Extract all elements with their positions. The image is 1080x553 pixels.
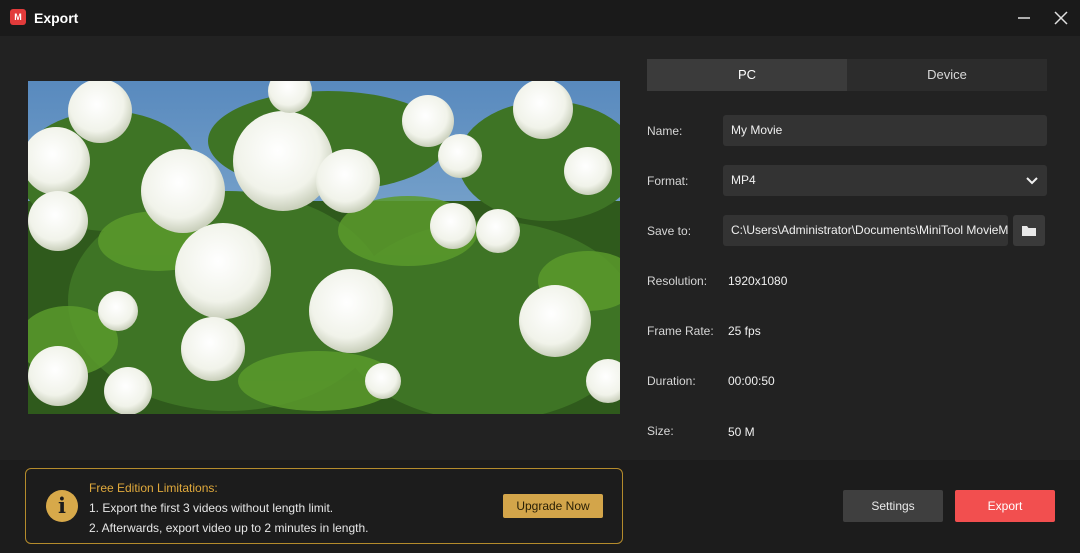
export-button[interactable]: Export [955,490,1055,522]
app-logo-icon: M [10,9,26,25]
free-edition-limitations-box: i Free Edition Limitations: 1. Export th… [25,468,623,544]
chevron-down-icon [1026,177,1038,185]
limitations-line-2: 2. Afterwards, export video up to 2 minu… [89,521,369,535]
format-label: Format: [647,174,689,188]
minimize-icon [1018,17,1030,19]
duration-label: Duration: [647,374,696,388]
export-main-panel: PC Device Name: My Movie Format: MP4 Sav… [0,36,1080,460]
tab-pc[interactable]: PC [647,59,847,91]
upgrade-now-button[interactable]: Upgrade Now [503,494,603,518]
resolution-label: Resolution: [647,274,708,288]
frame-rate-value: 25 fps [728,324,761,338]
browse-folder-button[interactable] [1013,215,1045,246]
window-title: Export [34,10,79,26]
footer-bar: i Free Edition Limitations: 1. Export th… [0,460,1080,553]
folder-icon [1022,226,1036,236]
frame-rate-label: Frame Rate: [647,324,714,338]
video-preview [28,81,620,414]
format-select[interactable]: MP4 [723,165,1047,196]
minimize-button[interactable] [1012,6,1036,30]
info-icon: i [46,490,78,522]
save-to-label: Save to: [647,224,692,238]
size-label: Size: [647,424,674,438]
close-button[interactable] [1049,6,1073,30]
tab-device[interactable]: Device [847,59,1047,91]
limitations-line-1: 1. Export the first 3 videos without len… [89,501,334,515]
title-bar: M Export [0,0,1080,36]
format-selected-value: MP4 [731,173,756,187]
size-value: 50 M [728,425,755,439]
export-target-tabs: PC Device [647,59,1047,91]
name-label: Name: [647,124,683,138]
settings-button[interactable]: Settings [843,490,943,522]
save-path-input[interactable]: C:\Users\Administrator\Documents\MiniToo… [723,215,1008,246]
preview-image [28,81,620,414]
limitations-title: Free Edition Limitations: [89,481,218,495]
close-icon [1054,11,1068,25]
resolution-value: 1920x1080 [728,274,788,288]
name-input[interactable]: My Movie [723,115,1047,146]
duration-value: 00:00:50 [728,374,775,388]
